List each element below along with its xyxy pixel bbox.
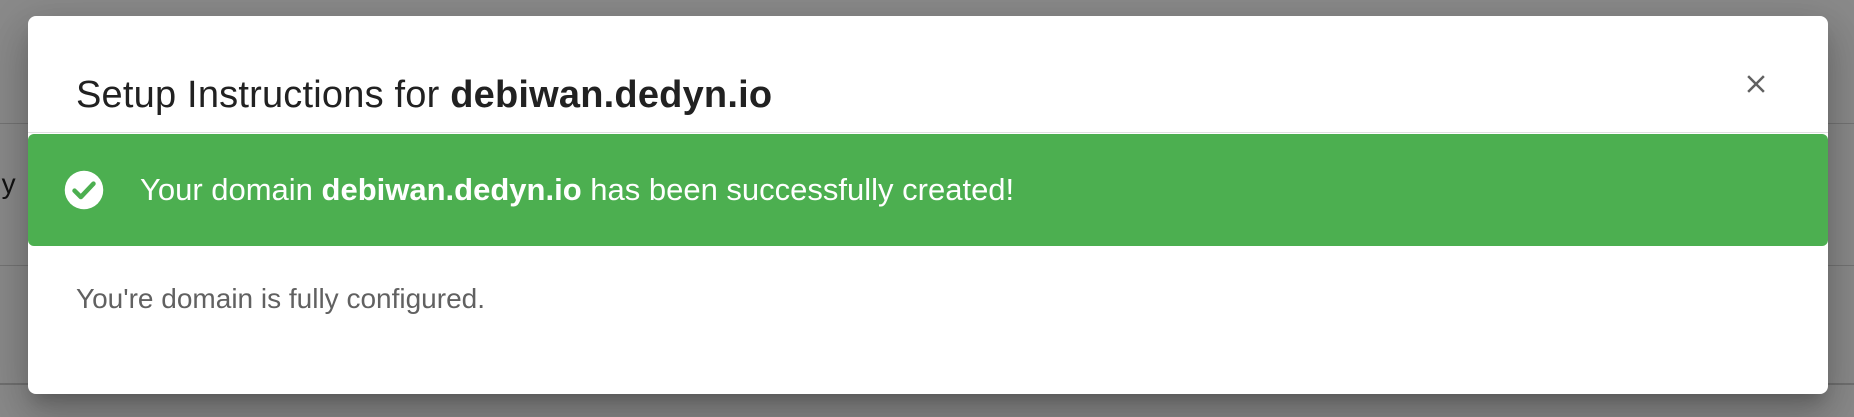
close-button[interactable] xyxy=(1732,60,1780,108)
success-alert-message: Your domain debiwan.dedyn.io has been su… xyxy=(140,170,1014,210)
alert-text-suffix: has been successfully created! xyxy=(581,172,1015,207)
alert-text-prefix: Your domain xyxy=(140,172,322,207)
dialog-header: Setup Instructions for debiwan.dedyn.io xyxy=(28,16,1828,133)
alert-text-domain: debiwan.dedyn.io xyxy=(321,172,582,207)
configuration-status-text: You're domain is fully configured. xyxy=(76,283,485,314)
dialog-title: Setup Instructions for debiwan.dedyn.io xyxy=(76,73,772,117)
close-icon xyxy=(1747,75,1765,93)
setup-instructions-dialog: Setup Instructions for debiwan.dedyn.io … xyxy=(28,16,1828,394)
dialog-title-prefix: Setup Instructions for xyxy=(76,74,451,116)
dialog-title-domain: debiwan.dedyn.io xyxy=(450,74,773,116)
success-alert: Your domain debiwan.dedyn.io has been su… xyxy=(28,134,1828,246)
check-circle-icon xyxy=(64,170,104,210)
